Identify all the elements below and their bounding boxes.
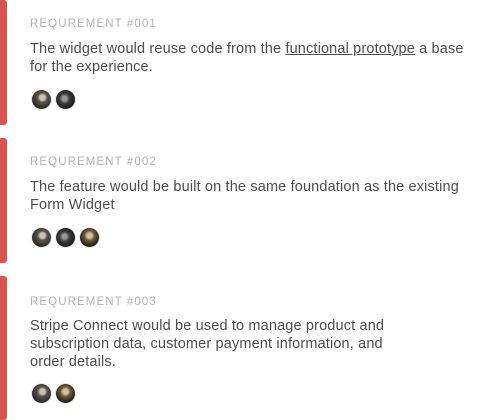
avatar[interactable] — [56, 384, 75, 403]
avatar[interactable] — [32, 228, 51, 247]
requirement-text-part: The widget would reuse code from the — [30, 41, 286, 57]
avatar[interactable] — [80, 228, 99, 247]
requirement-id: REQUREMENT #002 — [30, 156, 157, 168]
avatar[interactable] — [56, 228, 75, 247]
requirement-description: The widget would reuse code from the fun… — [30, 40, 470, 76]
requirement-card-003: REQUREMENT #003 Stripe Connect would be … — [0, 276, 503, 420]
requirement-card-002: REQUREMENT #002 The feature would be bui… — [0, 138, 503, 263]
avatar[interactable] — [56, 90, 75, 109]
avatar[interactable] — [32, 384, 51, 403]
card-accent-bar — [0, 0, 7, 125]
requirement-description: The feature would be built on the same f… — [30, 179, 459, 213]
requirement-id: REQUREMENT #003 — [30, 296, 157, 308]
functional-prototype-link[interactable]: functional prototype — [285, 41, 415, 57]
requirement-description: Stripe Connect would be used to manage p… — [30, 317, 470, 371]
avatar[interactable] — [32, 90, 51, 109]
requirement-card-001: REQUREMENT #001 The widget would reuse c… — [0, 0, 503, 125]
requirement-id: REQUREMENT #001 — [30, 18, 157, 30]
assignee-avatars — [32, 228, 99, 247]
requirement-text-line: Stripe Connect would be used to manage p… — [30, 318, 385, 334]
card-accent-bar — [0, 276, 7, 420]
requirement-text-line: order details. — [30, 354, 116, 370]
assignee-avatars — [32, 384, 75, 403]
card-accent-bar — [0, 138, 7, 263]
assignee-avatars — [32, 90, 75, 109]
requirement-text-line: subscription data, customer payment info… — [30, 336, 383, 352]
